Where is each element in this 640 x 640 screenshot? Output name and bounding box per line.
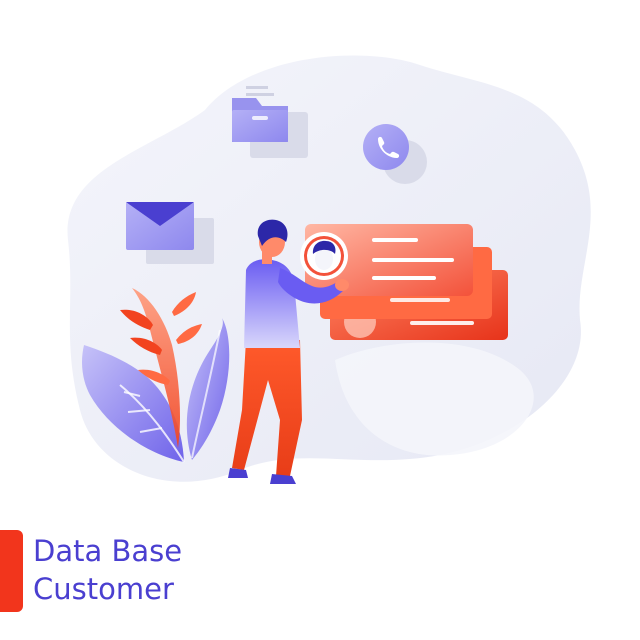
title-line-2: Customer <box>33 572 174 606</box>
page-title: Data Base Customer <box>33 532 182 608</box>
title-line-1: Data Base <box>33 534 183 568</box>
title-accent-bar <box>0 530 23 612</box>
profile-icon <box>300 232 348 280</box>
